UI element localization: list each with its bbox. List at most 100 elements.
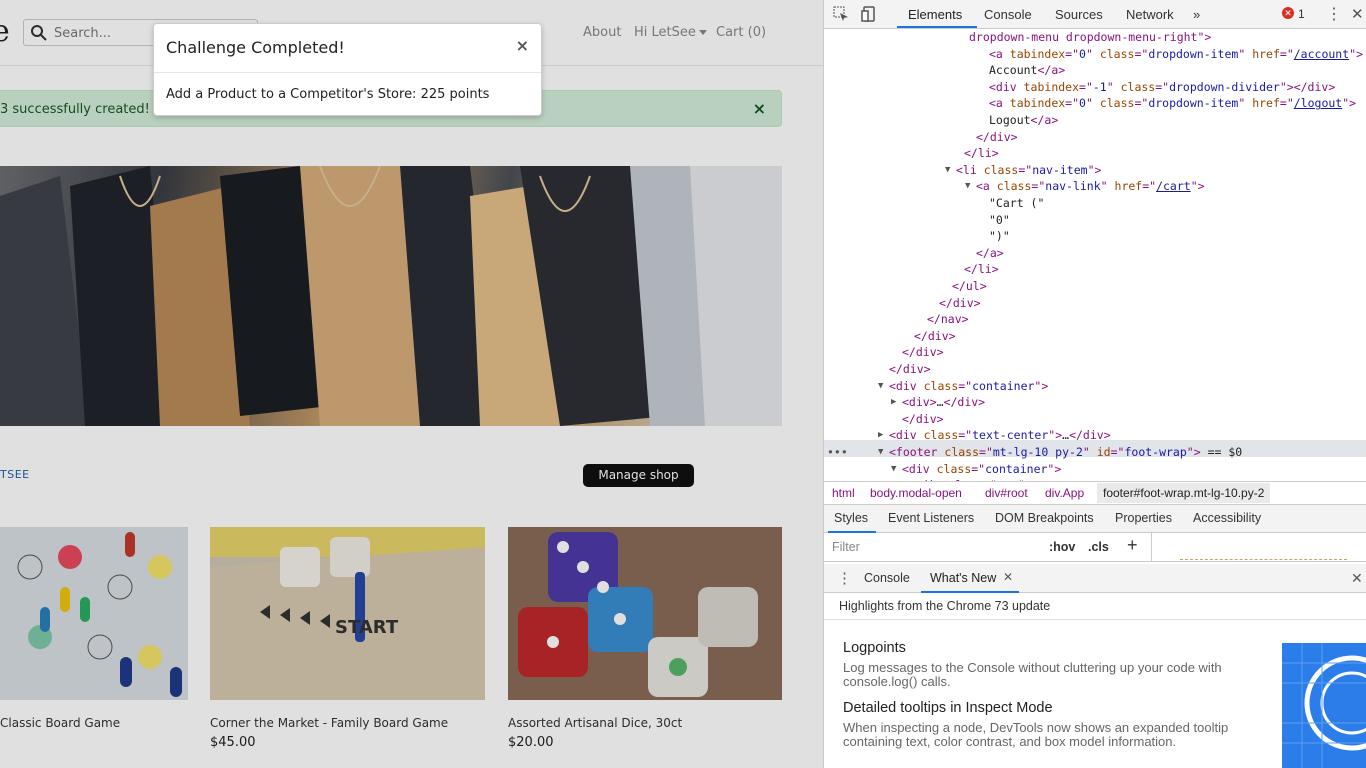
more-tabs-button[interactable]: »	[1193, 7, 1200, 22]
drawer-menu-icon[interactable]: ⋮	[837, 569, 852, 587]
breadcrumb-body[interactable]: body.modal-open	[870, 486, 962, 500]
subtab-event-listeners[interactable]: Event Listeners	[888, 511, 974, 525]
code-token: foot-wrap	[1124, 445, 1187, 459]
tab-sources[interactable]: Sources	[1055, 7, 1103, 22]
tab-console[interactable]: Console	[984, 7, 1032, 22]
drawer-tab-console[interactable]: Console	[864, 571, 910, 585]
breadcrumb-footer[interactable]: footer#foot-wrap.mt-lg-10.py-2	[1097, 483, 1271, 503]
drawer-tab-whats-new[interactable]: What's New	[930, 571, 996, 585]
code-token: </div>	[902, 345, 944, 360]
hov-toggle[interactable]: :hov	[1049, 540, 1075, 554]
code-token: ">	[1047, 461, 1062, 476]
collapse-arrow-icon[interactable]: ▶	[878, 427, 883, 443]
whats-new-item-title-1[interactable]: Logpoints	[843, 640, 906, 656]
dom-tree-line[interactable]: </div>	[976, 129, 1018, 145]
subtab-dom-breakpoints[interactable]: DOM Breakpoints	[995, 511, 1094, 525]
code-token: class	[944, 445, 980, 459]
kebab-menu-icon[interactable]: ⋮	[1326, 4, 1342, 24]
collapse-arrow-icon[interactable]: ▶	[891, 394, 896, 410]
close-devtools-icon[interactable]: ✕	[1351, 5, 1364, 23]
node-menu-icon[interactable]: •••	[827, 444, 848, 460]
close-whats-new-icon[interactable]: ✕	[1003, 570, 1013, 584]
modal-title: Challenge Completed!	[166, 38, 345, 57]
dom-tree-line[interactable]: ▼ <a class="nav-link" href="/cart">	[965, 178, 1205, 194]
code-token: ">	[1087, 162, 1102, 177]
code-token: ="	[1031, 179, 1046, 194]
dom-tree-line[interactable]: </a>	[976, 245, 1004, 261]
dom-tree-line[interactable]: </li>	[964, 261, 999, 277]
dom-tree-line[interactable]: ▼ <footer class="mt-lg-10 py-2" id="foot-…	[878, 444, 1242, 460]
challenge-modal: Challenge Completed! × Add a Product to …	[153, 23, 542, 116]
inspect-element-icon[interactable]	[833, 6, 849, 22]
code-token: tabindex	[1009, 46, 1066, 61]
modal-close-button[interactable]: ×	[516, 36, 529, 55]
code-token: ="	[1279, 96, 1294, 111]
whats-new-thumbnail[interactable]	[1282, 643, 1366, 768]
code-token: ">	[1048, 428, 1063, 443]
dom-tree-line[interactable]: </div>	[902, 411, 944, 427]
expand-arrow-icon[interactable]: ▼	[878, 444, 883, 460]
dom-tree-line[interactable]: </div>	[939, 295, 981, 311]
code-token: href	[1114, 179, 1143, 194]
subtab-styles[interactable]: Styles	[834, 511, 868, 525]
dom-tree-line[interactable]: ▶ <div>…</div>	[891, 394, 985, 410]
breadcrumb-root[interactable]: div#root	[985, 486, 1028, 500]
tab-elements[interactable]: Elements	[908, 7, 962, 22]
error-icon[interactable]: ✕	[1282, 7, 1294, 19]
dom-tree-line[interactable]: <a tabindex="0" class="dropdown-item" hr…	[989, 95, 1356, 111]
code-token: ">	[1349, 46, 1363, 61]
code-token: href	[1252, 46, 1280, 61]
dom-tree-line[interactable]: Logout</a>	[989, 112, 1058, 128]
dom-tree-line[interactable]: <div tabindex="-1" class="dropdown-divid…	[989, 79, 1335, 95]
code-token: ="	[1110, 445, 1125, 459]
code-token: mt-lg-10 py-2	[992, 445, 1083, 459]
cls-toggle[interactable]: .cls	[1088, 540, 1109, 554]
tab-network[interactable]: Network	[1126, 7, 1174, 22]
subtab-accessibility[interactable]: Accessibility	[1193, 511, 1261, 525]
dom-tree-line[interactable]: </li>	[964, 145, 999, 161]
dom-tree-line[interactable]: ▼ <div class="container">	[891, 461, 1062, 477]
dom-tree-line[interactable]: ▶ <div class="text-center">…</div>	[878, 427, 1111, 443]
web-page: e Search... About Hi LetSee Cart (0) 3 s…	[0, 0, 823, 768]
dom-tree-line[interactable]: ")"	[989, 228, 1010, 244]
code-token: <footer	[889, 445, 945, 459]
dom-tree-line[interactable]: </nav>	[927, 311, 969, 327]
code-token: ")"	[989, 229, 1010, 244]
dom-tree-line[interactable]: dropdown-menu dropdown-menu-right">	[969, 29, 1211, 45]
close-drawer-icon[interactable]: ✕	[1351, 570, 1363, 587]
code-token: container	[985, 461, 1048, 476]
dom-tree-line[interactable]: </div>	[914, 328, 956, 344]
dom-tree-line[interactable]: "Cart ("	[989, 195, 1044, 211]
code-token: </div>	[939, 295, 981, 310]
dom-tree-line[interactable]: </div>	[902, 344, 944, 360]
add-style-rule-icon[interactable]: +	[1127, 535, 1138, 556]
expand-arrow-icon[interactable]: ▼	[878, 378, 883, 394]
breadcrumb-app[interactable]: div.App	[1045, 486, 1084, 500]
whats-new-panel: Highlights from the Chrome 73 update Log…	[824, 593, 1366, 768]
code-token: ="	[971, 461, 986, 476]
code-token: ="	[1018, 162, 1033, 177]
dom-tree-line[interactable]: "0"	[989, 212, 1010, 228]
code-token: "0"	[989, 212, 1010, 227]
code-token: class	[1099, 46, 1135, 61]
device-toolbar-icon[interactable]	[861, 6, 877, 22]
code-token: id	[1096, 445, 1111, 459]
expand-arrow-icon[interactable]: ▼	[965, 178, 970, 194]
dom-tree-line[interactable]: ▼ <div class="container">	[878, 378, 1048, 394]
whats-new-item-title-2[interactable]: Detailed tooltips in Inspect Mode	[843, 700, 1053, 716]
expand-arrow-icon[interactable]: ▼	[891, 461, 896, 477]
expand-arrow-icon[interactable]: ▼	[945, 162, 950, 178]
breadcrumb-html[interactable]: html	[832, 486, 855, 500]
code-token: </div>	[902, 411, 944, 426]
dom-tree-line[interactable]: Account</a>	[989, 62, 1065, 78]
code-token: </a>	[1030, 113, 1059, 127]
dom-tree-line[interactable]: </div>	[889, 361, 931, 377]
dom-tree-line[interactable]: ▼ <li class="nav-item">	[945, 162, 1102, 178]
code-token: ">	[1186, 445, 1201, 459]
code-token: container	[972, 378, 1035, 393]
dom-tree-line[interactable]: </ul>	[952, 278, 987, 294]
error-count[interactable]: 1	[1298, 7, 1305, 21]
subtab-properties[interactable]: Properties	[1115, 511, 1172, 525]
styles-filter-input[interactable]: Filter	[832, 540, 860, 554]
dom-tree-line[interactable]: <a tabindex="0" class="dropdown-item" hr…	[989, 46, 1363, 62]
